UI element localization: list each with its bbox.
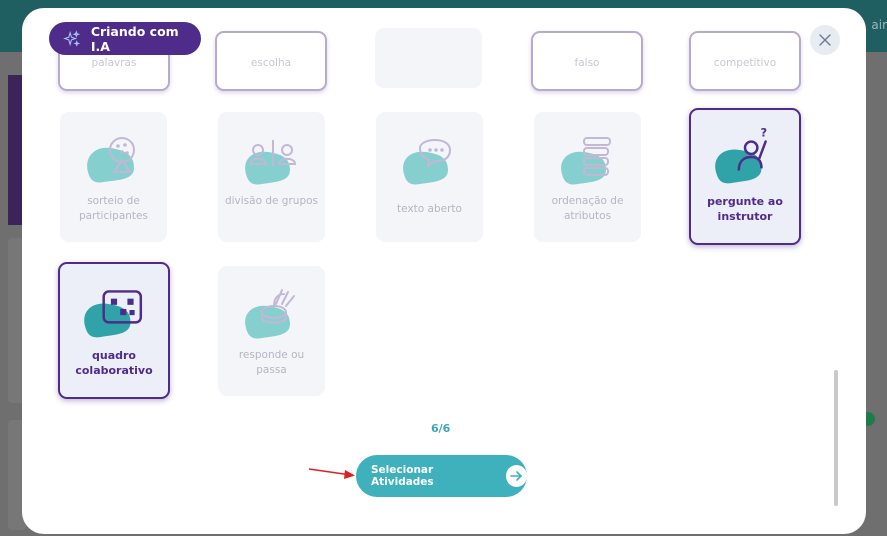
activity-card-label: falso [574,57,600,69]
activity-card-divisao[interactable]: divisão de grupos [218,112,325,242]
group-division-icon [244,140,296,185]
ai-badge[interactable]: Criando com I.A [49,22,201,55]
activity-card-label: competitivo [713,57,777,69]
raffle-wheel-icon [86,137,135,183]
activity-card-label: pergunte ao instrutor [707,195,783,223]
activity-card-label: escolha [250,57,292,69]
stacked-bars-icon [560,137,611,185]
arrow-right-icon [505,465,527,487]
hand-stop-icon [244,289,295,339]
svg-text:?: ? [760,125,767,139]
activity-card-label: palavras [91,57,137,69]
activity-picker-modal: Criando com I.A palavras escolha falso c… [22,8,866,534]
activity-card[interactable]: escolha [215,31,327,91]
collaborative-board-icon [84,290,143,338]
activity-card-ordenacao[interactable]: ordenação de atributos [534,112,641,242]
select-activities-button[interactable]: Selecionar Atividades [356,455,527,497]
ask-instructor-icon: ? [715,125,767,184]
activity-card[interactable] [375,28,482,88]
activity-card-label: ordenação de atributos [551,195,624,222]
select-activities-label: Selecionar Atividades [371,464,434,488]
close-button[interactable] [810,25,840,55]
activity-card-label: quadro colaborativo [75,349,153,377]
activity-card[interactable]: falso [531,31,643,91]
activity-card-responde-ou-passa[interactable]: responde ou passa [218,266,325,396]
close-icon [819,34,831,46]
sparkles-icon [63,29,81,47]
activity-card-sorteio[interactable]: sorteio de participantes [60,112,167,242]
page-indicator: 6/6 [431,422,451,435]
activity-card-label: texto aberto [397,203,462,215]
ai-badge-label: Criando com I.A [90,23,179,54]
activity-card-label: sorteio de participantes [79,195,148,222]
activity-card-pergunte-instrutor[interactable]: ? pergunte ao instrutor [689,108,801,245]
activity-card[interactable]: competitivo [689,31,801,91]
activity-card-quadro-colaborativo[interactable]: quadro colaborativo [58,262,170,399]
scrollbar[interactable] [834,370,838,506]
annotation-arrow [308,468,355,479]
speech-bubble-icon [402,139,451,185]
activity-card-label: divisão de grupos [224,195,319,207]
activity-card-texto-aberto[interactable]: texto aberto [376,112,483,242]
background-header-text: air [871,18,887,32]
activity-card-label: responde ou passa [238,349,305,376]
